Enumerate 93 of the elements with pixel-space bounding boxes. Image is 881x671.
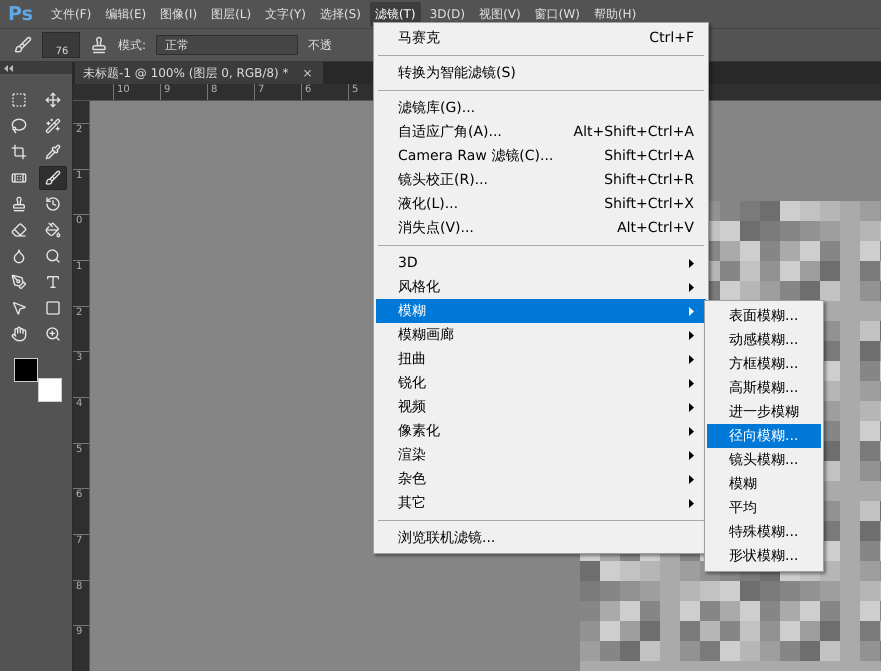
stamp-icon[interactable] xyxy=(90,36,108,54)
ruler-number: 4 xyxy=(73,397,89,443)
lasso-icon xyxy=(11,118,27,134)
menu-title[interactable]: 文件(F) xyxy=(46,2,96,26)
zoom-icon xyxy=(45,326,61,342)
crop-icon xyxy=(11,144,27,160)
eraser-icon xyxy=(11,222,27,238)
menu-item[interactable]: 其它 xyxy=(376,491,706,515)
menu-title[interactable]: 文字(Y) xyxy=(260,2,311,26)
type-icon xyxy=(45,274,61,290)
dashed-square-icon xyxy=(11,92,27,108)
menu-item[interactable]: 镜头模糊... xyxy=(707,448,821,472)
ruler-number: 5 xyxy=(73,442,89,488)
brush-icon[interactable] xyxy=(14,36,32,54)
brush-icon xyxy=(45,170,61,186)
ruler-number: 6 xyxy=(301,84,348,100)
close-tab-button[interactable]: × xyxy=(302,66,313,80)
menu-item[interactable]: 动感模糊... xyxy=(707,328,821,352)
stamp-icon xyxy=(11,196,27,212)
menu-item[interactable]: 消失点(V)... Alt+Ctrl+V xyxy=(376,216,706,240)
history-brush-icon xyxy=(45,196,61,212)
keyboard-shortcut: Alt+Ctrl+V xyxy=(617,220,694,236)
menu-title[interactable]: 图层(L) xyxy=(206,2,256,26)
menu-item[interactable]: Camera Raw 滤镜(C)... Shift+Ctrl+A xyxy=(376,144,706,168)
keyboard-shortcut: Alt+Shift+Ctrl+A xyxy=(574,124,694,140)
menu-item[interactable]: 风格化 xyxy=(376,275,706,299)
menu-item[interactable]: 自适应广角(A)... Alt+Shift+Ctrl+A xyxy=(376,120,706,144)
menu-item[interactable]: 径向模糊... xyxy=(707,424,821,448)
menu-item[interactable]: 视频 xyxy=(376,395,706,419)
menu-item[interactable]: 模糊 xyxy=(707,472,821,496)
keyboard-shortcut: Shift+Ctrl+A xyxy=(604,148,694,164)
menu-item[interactable]: 浏览联机滤镜... xyxy=(376,526,706,550)
menu-title[interactable]: 图像(I) xyxy=(155,2,202,26)
move-arrows-icon xyxy=(45,92,61,108)
app-logo: Ps xyxy=(8,3,34,25)
tool-button[interactable] xyxy=(39,166,67,190)
menu-item[interactable]: 平均 xyxy=(707,496,821,520)
pen-icon xyxy=(11,274,27,290)
menu-item[interactable]: 特殊模糊... xyxy=(707,520,821,544)
menu-item[interactable]: 转换为智能滤镜(S) xyxy=(376,61,706,85)
menu-title[interactable]: 编辑(E) xyxy=(100,2,152,26)
ruler-number: 3 xyxy=(73,351,89,398)
drop-icon xyxy=(11,248,27,264)
menu-item[interactable]: 马赛克 Ctrl+F xyxy=(376,26,706,50)
ruler-number: 6 xyxy=(73,488,89,534)
document-tab[interactable]: 未标题-1 @ 100% (图层 0, RGB/8) * × xyxy=(75,62,323,84)
pointer-icon xyxy=(11,300,27,316)
ruler-number: 1 xyxy=(73,260,89,306)
menu-item[interactable]: 形状模糊... xyxy=(707,544,821,568)
menu-item[interactable]: 3D xyxy=(376,251,706,275)
foreground-color-swatch[interactable] xyxy=(14,358,38,382)
menu-title[interactable]: 选择(S) xyxy=(314,2,366,26)
ruler-number: 7 xyxy=(73,534,89,580)
ruler-number: 9 xyxy=(160,84,207,100)
document-title: 未标题-1 @ 100% (图层 0, RGB/8) * xyxy=(83,64,289,82)
mode-select[interactable]: 正常 xyxy=(156,35,298,55)
rectangle-icon xyxy=(45,300,61,316)
menu-item[interactable]: 杂色 xyxy=(376,467,706,491)
ruler-number: 8 xyxy=(73,580,89,626)
menu-item[interactable]: 高斯模糊... xyxy=(707,376,821,400)
ruler-number: 7 xyxy=(254,84,301,100)
menu-title[interactable]: 3D(D) xyxy=(424,3,470,25)
menu-item[interactable]: 模糊画廊 xyxy=(376,323,706,347)
menu-item[interactable]: 模糊 xyxy=(376,299,706,323)
wand-icon xyxy=(45,118,61,134)
mode-label: 模式: xyxy=(118,36,146,54)
menu-item[interactable]: 进一步模糊 xyxy=(707,400,821,424)
menu-item[interactable]: 镜头校正(R)... Shift+Ctrl+R xyxy=(376,168,706,192)
paint-bucket-icon xyxy=(45,222,61,238)
keyboard-shortcut: Ctrl+F xyxy=(649,30,694,46)
opacity-label: 不透 xyxy=(308,36,332,54)
keyboard-shortcut: Shift+Ctrl+X xyxy=(604,196,694,212)
menu-item[interactable]: 扭曲 xyxy=(376,347,706,371)
menu-item[interactable]: 渲染 xyxy=(376,443,706,467)
menu-item[interactable]: 表面模糊... xyxy=(707,304,821,328)
ruler-number: 9 xyxy=(73,625,89,671)
ruler-number: 10 xyxy=(113,84,160,100)
ruler-number: 8 xyxy=(207,84,254,100)
collapse-icon[interactable] xyxy=(4,64,13,72)
keyboard-shortcut: Shift+Ctrl+R xyxy=(604,172,694,188)
ruler-number: 1 xyxy=(73,168,89,214)
magnifier-icon xyxy=(45,248,61,264)
menu-item[interactable]: 锐化 xyxy=(376,371,706,395)
menu-item[interactable]: 像素化 xyxy=(376,419,706,443)
menu-item[interactable]: 方框模糊... xyxy=(707,352,821,376)
brush-size-preset[interactable]: 76 xyxy=(42,32,80,58)
eyedropper-icon xyxy=(45,144,61,160)
ruler-number: 2 xyxy=(73,123,89,169)
ruler-number: 2 xyxy=(73,306,89,352)
menu-item[interactable]: 液化(L)... Shift+Ctrl+X xyxy=(376,192,706,216)
background-color-swatch[interactable] xyxy=(38,378,62,402)
ruler-number: 0 xyxy=(73,214,89,260)
hand-icon xyxy=(11,326,27,342)
